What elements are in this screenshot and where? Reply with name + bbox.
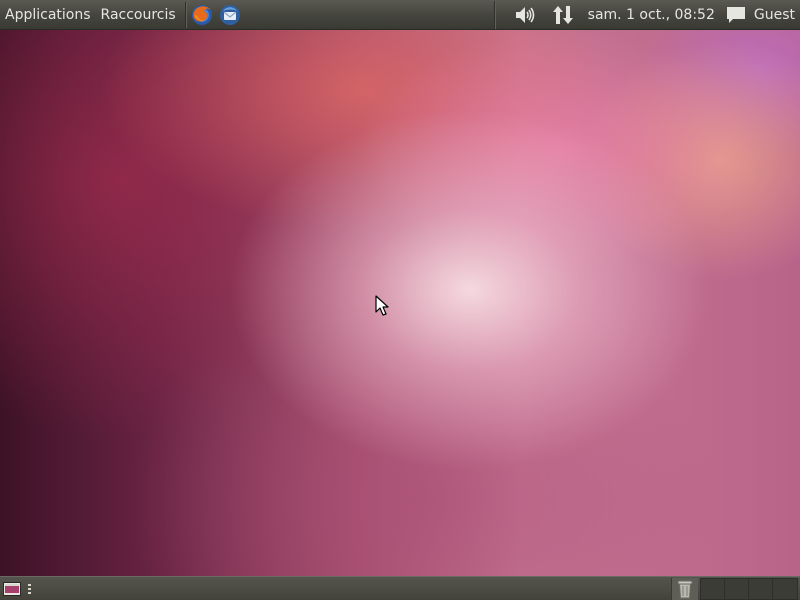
network-arrows-icon <box>552 5 573 24</box>
workspace-2[interactable] <box>725 578 749 599</box>
bottom-panel <box>0 576 800 600</box>
applications-menu[interactable]: Applications <box>0 0 96 30</box>
messaging-indicator[interactable] <box>721 0 751 30</box>
panel-handle[interactable] <box>26 583 32 595</box>
speech-bubble-icon <box>726 6 745 23</box>
speaker-icon <box>515 6 534 23</box>
user-menu[interactable]: Guest <box>751 0 800 30</box>
firefox-launcher[interactable] <box>189 2 215 28</box>
panel-separator <box>184 1 187 28</box>
thunderbird-icon <box>219 4 240 25</box>
volume-indicator[interactable] <box>496 0 544 30</box>
trash-applet[interactable] <box>671 577 698 600</box>
arrow-pointer-icon <box>375 295 389 316</box>
network-indicator[interactable] <box>544 0 582 30</box>
top-panel: Applications Raccourcis sam. 1 oct., 08:… <box>0 0 800 30</box>
workspace-3[interactable] <box>749 578 773 599</box>
clock[interactable]: sam. 1 oct., 08:52 <box>582 0 721 30</box>
show-desktop-icon <box>3 581 21 596</box>
places-menu[interactable]: Raccourcis <box>96 0 181 30</box>
trash-icon <box>677 580 693 598</box>
screen: Applications Raccourcis sam. 1 oct., 08:… <box>0 0 800 600</box>
workspace-1[interactable] <box>701 578 725 599</box>
desktop-background[interactable] <box>0 30 800 576</box>
firefox-icon <box>191 4 212 25</box>
workspace-4[interactable] <box>773 578 797 599</box>
thunderbird-launcher[interactable] <box>217 2 243 28</box>
workspace-switcher <box>700 577 798 600</box>
show-desktop-button[interactable] <box>0 578 24 600</box>
